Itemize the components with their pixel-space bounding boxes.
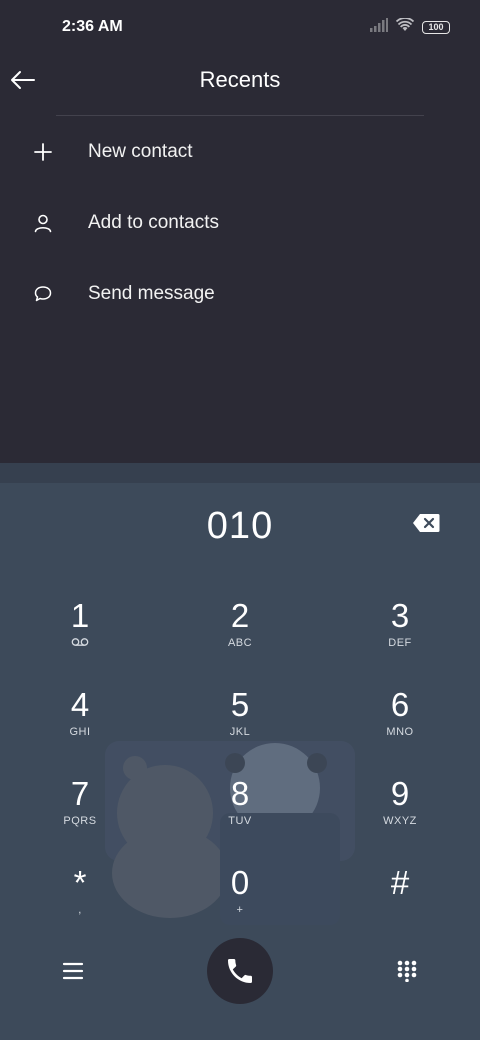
backspace-button[interactable] (412, 513, 442, 535)
key-digit: 5 (230, 686, 250, 723)
key-9[interactable]: 9 WXYZ (340, 769, 460, 849)
action-label: Add to contacts (88, 212, 219, 233)
key-5[interactable]: 5 JKL (180, 680, 300, 760)
key-letters: + (236, 904, 244, 916)
plus-icon (28, 137, 58, 167)
key-digit: # (390, 864, 410, 901)
key-digit: 2 (230, 597, 250, 634)
key-7[interactable]: 7 PQRS (20, 769, 140, 849)
key-digit: 4 (70, 686, 90, 723)
key-letters: PQRS (63, 815, 97, 827)
header: Recents (0, 56, 480, 108)
key-2[interactable]: 2 ABC (180, 591, 300, 671)
key-digit: 7 (70, 775, 90, 812)
key-letters: , (78, 904, 82, 916)
key-letters: JKL (229, 726, 251, 738)
key-letters: TUV (228, 815, 252, 827)
dialed-number: 010 (206, 505, 274, 547)
wifi-icon (395, 16, 415, 37)
key-8[interactable]: 8 TUV (180, 769, 300, 849)
dialer-bottom-bar (0, 938, 480, 1028)
key-1[interactable]: 1 (20, 591, 140, 671)
key-6[interactable]: 6 MNO (340, 680, 460, 760)
keypad-toggle-button[interactable] (392, 956, 422, 986)
key-digit: 3 (390, 597, 410, 634)
battery-icon: 100 (422, 20, 450, 34)
key-star[interactable]: * , (20, 858, 140, 938)
key-digit: 9 (390, 775, 410, 812)
add-to-contacts-action[interactable]: Add to contacts (0, 193, 480, 253)
recents-panel: 2:36 AM 100 Recents New contact Add to c… (0, 0, 480, 463)
key-4[interactable]: 4 GHI (20, 680, 140, 760)
page-title: Recents (199, 67, 281, 92)
key-3[interactable]: 3 DEF (340, 591, 460, 671)
key-0[interactable]: 0 + (180, 858, 300, 938)
divider (56, 115, 424, 116)
status-icons: 100 (370, 16, 450, 37)
message-icon (28, 279, 58, 309)
voicemail-icon (71, 637, 89, 650)
key-letters: MNO (386, 726, 414, 738)
send-message-action[interactable]: Send message (0, 264, 480, 324)
key-letters: DEF (388, 637, 412, 649)
action-label: Send message (88, 283, 215, 304)
menu-button[interactable] (58, 956, 88, 986)
call-button[interactable] (207, 938, 273, 1004)
action-label: New contact (88, 141, 193, 162)
key-digit: 6 (390, 686, 410, 723)
new-contact-action[interactable]: New contact (0, 122, 480, 182)
key-hash[interactable]: # (340, 858, 460, 938)
signal-icon (370, 17, 388, 37)
key-digit: 1 (70, 597, 90, 634)
key-letters: WXYZ (383, 815, 417, 827)
menu-icon (62, 962, 84, 980)
person-icon (28, 208, 58, 238)
phone-icon (228, 959, 252, 983)
dialpad-icon (397, 960, 417, 982)
status-time: 2:36 AM (62, 18, 123, 35)
backspace-icon (413, 514, 440, 532)
status-bar: 2:36 AM 100 (0, 0, 480, 56)
key-digit: 8 (230, 775, 250, 812)
key-letters: ABC (227, 637, 253, 649)
key-letters: GHI (69, 726, 91, 738)
key-digit: * (73, 864, 87, 901)
key-digit: 0 (230, 864, 250, 901)
dialer-top-strip (0, 463, 480, 483)
dialer-panel: 010 1 2 ABC 3 DEF 4 GHI 5 JKL 6 MNO 7 PQ… (0, 463, 480, 1040)
